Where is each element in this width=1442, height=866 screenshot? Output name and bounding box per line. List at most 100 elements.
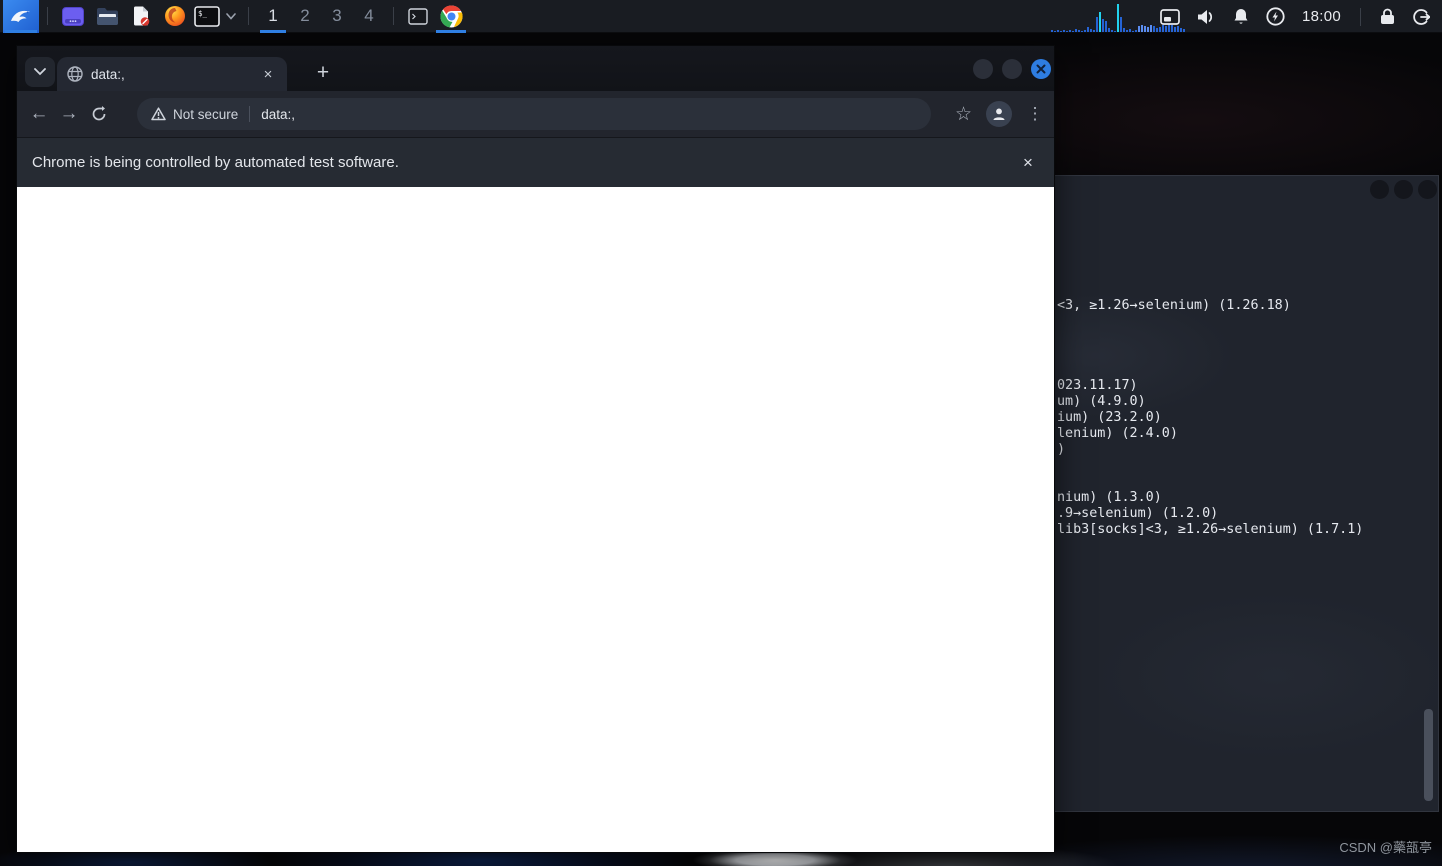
- launcher-terminal[interactable]: $_: [192, 0, 222, 33]
- terminal-line: ): [1057, 442, 1066, 457]
- terminal-icon: $_: [194, 5, 220, 27]
- terminal-maximize-button[interactable]: [1394, 180, 1413, 199]
- infobar-message: Chrome is being controlled by automated …: [32, 154, 399, 171]
- taskbar-window-chrome[interactable]: [434, 0, 468, 33]
- graph-bar: [1075, 29, 1077, 32]
- security-chip[interactable]: Not secure: [151, 107, 238, 122]
- notifications-bell-icon[interactable]: [1233, 8, 1249, 25]
- terminal-line: .9→selenium) (1.2.0): [1057, 506, 1219, 521]
- profile-avatar[interactable]: [986, 101, 1012, 127]
- tab-search-button[interactable]: [25, 57, 55, 87]
- graph-bar: [1126, 30, 1128, 32]
- workspace-4[interactable]: 4: [353, 0, 385, 33]
- graph-bar: [1120, 17, 1122, 32]
- terminal-close-button[interactable]: [1418, 180, 1437, 199]
- logout-icon[interactable]: [1412, 8, 1430, 26]
- infobar-close-button[interactable]: ×: [1015, 150, 1041, 176]
- graph-bar: [1102, 19, 1104, 32]
- terminal-minimize-button[interactable]: [1370, 180, 1389, 199]
- graph-bar: [1069, 30, 1071, 32]
- graph-bar: [1096, 17, 1098, 32]
- launcher-firefox[interactable]: [158, 0, 192, 33]
- volume-icon[interactable]: [1197, 9, 1216, 25]
- person-icon: [993, 108, 1005, 120]
- graph-bar: [1060, 31, 1062, 32]
- window-minimize-button[interactable]: [973, 59, 993, 79]
- reload-button[interactable]: [84, 99, 114, 129]
- graph-bar: [1063, 30, 1065, 32]
- chevron-down-icon: [34, 68, 46, 76]
- power-manager-icon[interactable]: [1266, 7, 1285, 26]
- chrome-icon: [439, 4, 463, 27]
- graph-bar: [1144, 26, 1146, 32]
- globe-favicon-icon: [67, 66, 83, 82]
- terminal-window-icon: [408, 7, 428, 25]
- svg-text:$_: $_: [198, 9, 208, 18]
- taskbar-window-terminal[interactable]: [402, 0, 434, 33]
- graph-bar: [1141, 25, 1143, 32]
- graph-bar: [1066, 31, 1068, 32]
- back-button[interactable]: ←: [24, 99, 54, 129]
- terminal-line: lib3[socks]<3, ≥1.26→selenium) (1.7.1): [1057, 522, 1364, 537]
- terminal-line: <3, ≥1.26→selenium) (1.26.18): [1057, 298, 1291, 313]
- terminal-dropdown-button[interactable]: [222, 0, 240, 33]
- firefox-icon: [165, 6, 185, 26]
- graph-bar: [1147, 27, 1149, 32]
- lock-screen-icon[interactable]: [1380, 8, 1395, 25]
- graph-bar: [1057, 30, 1059, 32]
- graph-bar: [1150, 25, 1152, 32]
- graph-bar: [1138, 26, 1140, 32]
- workspace-3[interactable]: 3: [321, 0, 353, 33]
- taskbar-separator: [393, 7, 394, 25]
- graph-bar: [1123, 28, 1125, 32]
- terminal-line: ium) (23.2.0): [1057, 410, 1162, 425]
- workspace-1[interactable]: 1: [257, 0, 289, 33]
- taskbar-separator: [47, 7, 48, 25]
- chevron-down-icon: [226, 12, 236, 20]
- terminal-scrollbar-thumb[interactable]: [1424, 709, 1433, 801]
- clock[interactable]: 18:00: [1302, 8, 1341, 25]
- graph-bar: [1054, 31, 1056, 32]
- workspace-2[interactable]: 2: [289, 0, 321, 33]
- new-tab-button[interactable]: +: [308, 58, 338, 88]
- launcher-file-manager[interactable]: [90, 0, 124, 33]
- terminal-window[interactable]: <3, ≥1.26→selenium) (1.26.18) 023.11.17)…: [1054, 175, 1439, 812]
- graph-bar: [1093, 30, 1095, 32]
- close-icon: [1036, 64, 1046, 74]
- graph-bar: [1153, 26, 1155, 32]
- terminal-line: um) (4.9.0): [1057, 394, 1146, 409]
- graph-bar: [1156, 28, 1158, 32]
- tab-data-url[interactable]: data:, ×: [57, 57, 287, 91]
- window-maximize-button[interactable]: [1002, 59, 1022, 79]
- launcher-text-editor[interactable]: [124, 0, 158, 33]
- tab-title: data:,: [91, 66, 125, 82]
- graph-bar: [1111, 30, 1113, 32]
- window-close-button[interactable]: [1031, 59, 1051, 79]
- screen-share-icon[interactable]: [1160, 8, 1180, 25]
- chrome-window: data:, × + ← → Not secure data:, ☆ ⋮ Chr…: [16, 45, 1055, 853]
- menu-kebab-icon[interactable]: ⋮: [1026, 104, 1044, 124]
- kali-menu-button[interactable]: [3, 0, 39, 33]
- graph-bar: [1051, 30, 1053, 32]
- csdn-watermark: CSDN @藥瓿亭: [1339, 840, 1432, 855]
- graph-bar: [1108, 28, 1110, 32]
- reload-icon: [92, 106, 106, 121]
- tab-close-button[interactable]: ×: [259, 65, 277, 83]
- page-content: [17, 187, 1054, 852]
- bookmark-star-icon[interactable]: ☆: [955, 103, 972, 126]
- forward-button[interactable]: →: [54, 99, 84, 129]
- taskbar: $_ 1234 18:00: [0, 0, 1442, 33]
- graph-bar: [1135, 30, 1137, 32]
- address-bar[interactable]: Not secure data:,: [137, 98, 931, 130]
- terminal-line: lenium) (2.4.0): [1057, 426, 1178, 441]
- graph-bar: [1105, 21, 1107, 32]
- launcher-files-app[interactable]: [56, 0, 90, 33]
- graph-bar: [1081, 31, 1083, 32]
- graph-bar: [1090, 29, 1092, 32]
- document-icon: [134, 6, 150, 26]
- graph-bar: [1099, 12, 1101, 32]
- graph-bar: [1117, 4, 1119, 32]
- terminal-output-block: nium) (1.3.0) .9→selenium) (1.2.0) lib3[so…: [1057, 490, 1363, 538]
- taskbar-separator: [248, 7, 249, 25]
- graph-bar: [1078, 30, 1080, 32]
